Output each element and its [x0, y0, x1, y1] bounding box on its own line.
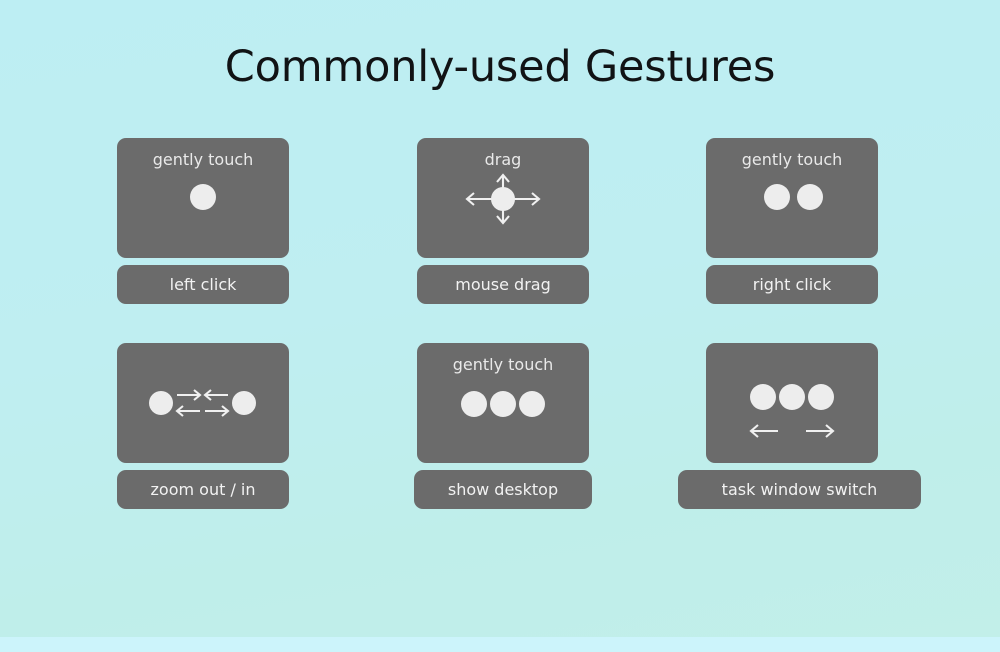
gesture-card-show-desktop[interactable]: gently touch show desktop [414, 343, 592, 513]
one-finger-tap-icon [117, 138, 289, 258]
two-finger-tap-icon [706, 138, 878, 258]
gesture-caption-task-window-switch[interactable]: task window switch [678, 470, 921, 509]
gesture-caption-left-click[interactable]: left click [117, 265, 289, 304]
gesture-illustration-task-window-switch [706, 343, 878, 463]
three-finger-swipe-icon [706, 343, 878, 463]
finger-dot [519, 391, 545, 417]
finger-dot [491, 187, 515, 211]
finger-dot [461, 391, 487, 417]
pinch-spread-arrows [175, 389, 230, 417]
three-finger-tap-icon [417, 343, 589, 463]
gesture-illustration-mouse-drag: drag [417, 138, 589, 258]
finger-dot [797, 184, 823, 210]
gesture-illustration-show-desktop: gently touch [417, 343, 589, 463]
page-title: Commonly-used Gestures [224, 42, 776, 92]
gesture-illustration-left-click: gently touch [117, 138, 289, 258]
finger-dot [490, 391, 516, 417]
finger-dot [190, 184, 216, 210]
gesture-illustration-right-click: gently touch [706, 138, 878, 258]
four-way-drag-icon [417, 138, 589, 258]
gesture-card-task-window-switch[interactable]: task window switch [678, 343, 921, 513]
swipe-arrows [749, 424, 835, 438]
gesture-caption-zoom-out-in[interactable]: zoom out / in [117, 470, 289, 509]
gesture-card-left-click[interactable]: gently touch left click [117, 138, 289, 308]
pinch-spread-icon [117, 343, 289, 463]
bottom-strip [0, 637, 1000, 652]
gesture-caption-mouse-drag[interactable]: mouse drag [417, 265, 589, 304]
gesture-poster: Commonly-used Gestures gently touch left… [0, 0, 1000, 652]
gesture-card-mouse-drag[interactable]: drag mouse drag [417, 138, 589, 308]
finger-dot [764, 184, 790, 210]
gesture-card-zoom-out-in[interactable]: zoom out / in [117, 343, 289, 513]
gesture-caption-show-desktop[interactable]: show desktop [414, 470, 592, 509]
gesture-caption-right-click[interactable]: right click [706, 265, 878, 304]
gesture-card-right-click[interactable]: gently touch right click [706, 138, 878, 308]
gesture-illustration-zoom-out-in [117, 343, 289, 463]
